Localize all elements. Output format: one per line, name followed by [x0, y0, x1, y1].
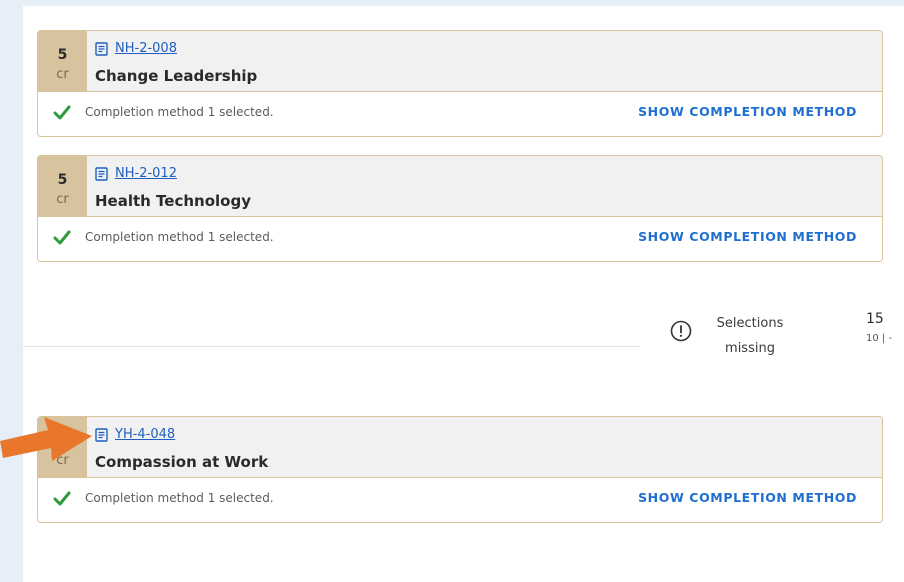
show-completion-method-button[interactable]: SHOW COMPLETION METHOD [638, 229, 857, 244]
check-icon [53, 105, 71, 120]
document-icon [95, 427, 108, 442]
course-code[interactable]: NH-2-008 [115, 41, 177, 56]
document-icon [95, 41, 108, 56]
page: 5 cr NH-2-008 Change Leadership Completi… [0, 0, 904, 582]
status-label: Selections missing [716, 316, 784, 356]
course-card-header: cr YH-4-048 Compassion at Work [38, 417, 882, 478]
document-icon [95, 166, 108, 181]
selection-status: Selections missing 15 10 | - [660, 308, 904, 364]
status-sub: 10 | - [866, 333, 893, 344]
alert-circle-icon [670, 320, 692, 342]
course-title: Change Leadership [95, 67, 258, 85]
course-code[interactable]: YH-4-048 [115, 427, 175, 442]
completion-status: Completion method 1 selected. [85, 230, 274, 244]
status-value: 15 [866, 311, 884, 327]
course-title: Compassion at Work [95, 453, 269, 471]
course-card-footer: Completion method 1 selected. SHOW COMPL… [38, 92, 882, 136]
section-divider [23, 346, 640, 347]
credit-value: 5 [57, 47, 68, 63]
course-card-header: 5 cr NH-2-008 Change Leadership [38, 31, 882, 92]
top-strip [0, 0, 904, 6]
check-icon [53, 491, 71, 506]
completion-status: Completion method 1 selected. [85, 105, 274, 119]
course-code-link[interactable]: YH-4-048 [95, 427, 175, 442]
show-completion-method-button[interactable]: SHOW COMPLETION METHOD [638, 104, 857, 119]
annotation-arrow [0, 417, 92, 461]
course-card: 5 cr NH-2-008 Change Leadership Completi… [37, 30, 883, 137]
credit-unit: cr [56, 192, 69, 207]
course-code-link[interactable]: NH-2-012 [95, 166, 177, 181]
course-card: cr YH-4-048 Compassion at Work Completio… [37, 416, 883, 523]
course-card-footer: Completion method 1 selected. SHOW COMPL… [38, 478, 882, 522]
left-sidebar-strip [0, 0, 23, 582]
course-title: Health Technology [95, 192, 251, 210]
course-code-link[interactable]: NH-2-008 [95, 41, 177, 56]
credit-value: 5 [57, 172, 68, 188]
credit-unit: cr [56, 67, 69, 82]
show-completion-method-button[interactable]: SHOW COMPLETION METHOD [638, 490, 857, 505]
credit-badge: 5 cr [38, 31, 87, 92]
course-card-footer: Completion method 1 selected. SHOW COMPL… [38, 217, 882, 261]
completion-status: Completion method 1 selected. [85, 491, 274, 505]
credit-badge: 5 cr [38, 156, 87, 217]
course-card: 5 cr NH-2-012 Health Technology Completi… [37, 155, 883, 262]
check-icon [53, 230, 71, 245]
course-code[interactable]: NH-2-012 [115, 166, 177, 181]
course-card-header: 5 cr NH-2-012 Health Technology [38, 156, 882, 217]
